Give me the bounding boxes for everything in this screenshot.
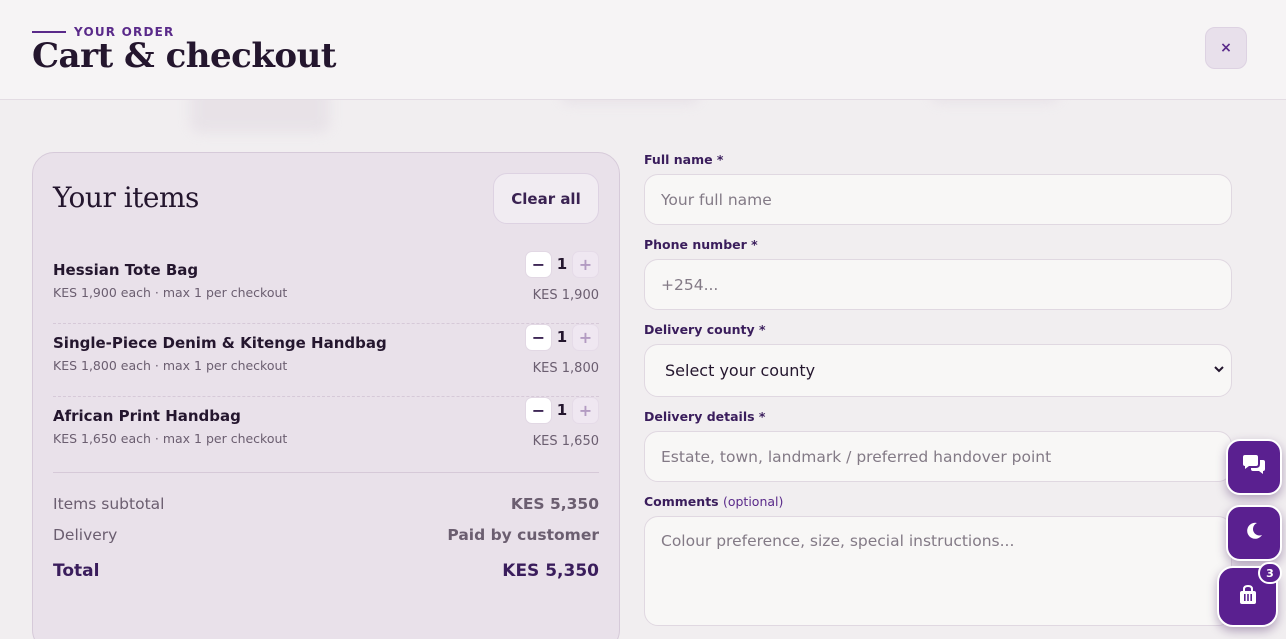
phone-input[interactable] [644,259,1232,310]
cart-row: African Print Handbag KES 1,650 each · m… [53,397,599,470]
close-button[interactable]: × [1205,27,1247,69]
quantity-value: 1 [556,328,568,346]
item-name: Hessian Tote Bag [53,261,199,279]
quantity-value: 1 [556,401,568,419]
total-label: Total [53,561,100,581]
item-meta: KES 1,650 each · max 1 per checkout [53,431,288,446]
clear-all-button[interactable]: Clear all [493,173,599,224]
checkout-header: YOUR ORDER Cart & checkout × [0,0,1286,100]
full-name-input[interactable] [644,174,1232,225]
comments-label-text: Comments [644,494,719,509]
quantity-value: 1 [556,255,568,273]
item-total: KES 1,800 [532,361,599,376]
subtotal-label: Items subtotal [53,495,165,513]
decrease-quantity-button[interactable]: − [525,251,552,278]
shopping-bag-icon [1237,584,1259,610]
delivery-value: Paid by customer [447,526,599,544]
full-name-label: Full name * [644,152,724,167]
chevron-down-icon [1213,363,1225,378]
increase-quantity-button[interactable]: + [572,397,599,424]
cart-row: Hessian Tote Bag KES 1,900 each · max 1 … [53,251,599,324]
summary-divider [53,472,599,473]
county-select[interactable]: Select your county [644,344,1232,397]
decrease-quantity-button[interactable]: − [525,324,552,351]
comments-label: Comments (optional) [644,494,783,509]
item-name: Single-Piece Denim & Kitenge Handbag [53,334,387,352]
chat-button[interactable] [1226,439,1282,495]
items-title: Your items [53,181,199,214]
county-label: Delivery county * [644,322,766,337]
item-name: African Print Handbag [53,407,241,425]
theme-toggle-button[interactable] [1226,505,1282,561]
cart-items-card: Your items Clear all Hessian Tote Bag KE… [32,152,620,639]
item-meta: KES 1,900 each · max 1 per checkout [53,285,288,300]
comments-optional: (optional) [722,494,784,509]
county-selected-value: Select your county [665,361,816,380]
increase-quantity-button[interactable]: + [572,251,599,278]
comments-textarea[interactable] [644,516,1232,626]
page-title: Cart & checkout [32,36,337,76]
details-label: Delivery details * [644,409,766,424]
delivery-details-input[interactable] [644,431,1232,482]
eyebrow-line [32,31,66,33]
delivery-label: Delivery [53,526,118,544]
item-total: KES 1,650 [532,434,599,449]
cart-row: Single-Piece Denim & Kitenge Handbag KES… [53,324,599,397]
item-meta: KES 1,800 each · max 1 per checkout [53,358,288,373]
cart-count-badge: 3 [1258,562,1282,584]
total-value: KES 5,350 [502,561,599,581]
chat-icon [1241,454,1267,480]
item-total: KES 1,900 [532,288,599,303]
close-icon: × [1220,40,1232,56]
phone-label: Phone number * [644,237,758,252]
decrease-quantity-button[interactable]: − [525,397,552,424]
increase-quantity-button[interactable]: + [572,324,599,351]
moon-icon [1244,521,1264,545]
subtotal-value: KES 5,350 [510,495,599,513]
